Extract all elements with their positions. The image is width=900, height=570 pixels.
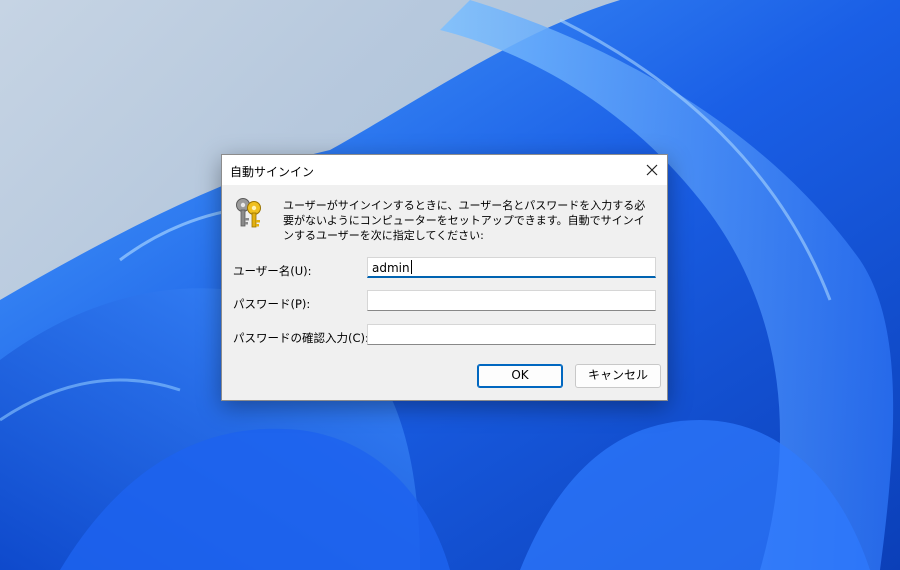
description-text: ユーザーがサインインするときに、ユーザー名とパスワードを入力する必要がないように… — [283, 199, 646, 242]
username-label: ユーザー名(U): — [233, 264, 312, 278]
close-icon — [646, 164, 658, 176]
confirm-password-input[interactable] — [367, 324, 656, 345]
close-button[interactable] — [637, 155, 667, 185]
password-input[interactable] — [367, 290, 656, 311]
ok-button[interactable]: OK — [477, 364, 563, 388]
username-value: admin — [372, 261, 410, 275]
dialog-title: 自動サインイン — [230, 165, 315, 179]
key-icon — [236, 198, 261, 228]
text-caret — [410, 260, 412, 274]
username-input[interactable]: admin — [367, 257, 656, 278]
dialog-titlebar[interactable]: 自動サインイン — [222, 155, 667, 185]
auto-signin-dialog: 自動サインイン ユーザーがサインインするときに、ユーザー名とパスワードを入力する… — [221, 154, 668, 401]
confirm-password-label: パスワードの確認入力(C): — [233, 331, 369, 345]
password-label: パスワード(P): — [233, 297, 311, 311]
cancel-button[interactable]: キャンセル — [575, 364, 661, 388]
